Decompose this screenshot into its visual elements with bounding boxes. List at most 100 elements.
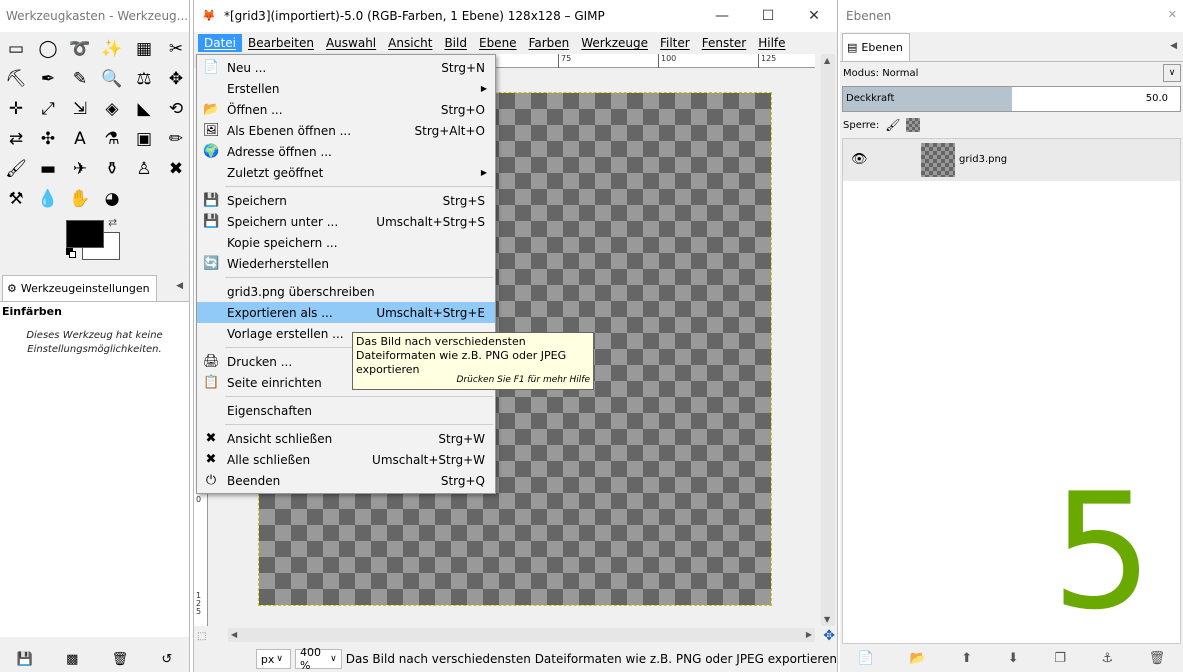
menu-werkzeuge[interactable]: Werkzeuge bbox=[575, 34, 654, 52]
free-select-tool-icon[interactable]: ➰ bbox=[64, 34, 96, 64]
tab-menu-icon[interactable]: ◀ bbox=[176, 281, 183, 291]
menu-bearbeiten[interactable]: Bearbeiten bbox=[242, 34, 320, 52]
layers-close-icon[interactable]: ✕ bbox=[1168, 8, 1177, 21]
tab-layers[interactable]: ▤ Ebenen bbox=[842, 33, 910, 61]
scale-tool-icon[interactable]: ◣ bbox=[128, 94, 160, 124]
reset-icon[interactable]: ↺ bbox=[161, 652, 172, 667]
menu-auswahl[interactable]: Auswahl bbox=[320, 34, 382, 52]
menu-item-zuletzt-geöffnet[interactable]: Zuletzt geöffnet ▶ bbox=[197, 162, 495, 183]
text-tool-icon[interactable]: ⚗ bbox=[96, 124, 128, 154]
quickmask-icon[interactable]: ⬚ bbox=[197, 631, 206, 642]
menu-filter[interactable]: Filter bbox=[654, 34, 696, 52]
menu-item-eigenschaften[interactable]: Eigenschaften bbox=[197, 400, 495, 421]
cage-tool-icon[interactable]: A bbox=[64, 124, 96, 154]
lock-pixels-icon[interactable]: 🖌 bbox=[885, 118, 900, 132]
eraser-tool-icon[interactable]: ✈ bbox=[64, 154, 96, 184]
unified-transform-tool-icon[interactable]: ⇲ bbox=[64, 94, 96, 124]
foreground-select-tool-icon[interactable]: ⛏ bbox=[0, 64, 32, 94]
unit-select[interactable]: px ∨ bbox=[255, 649, 291, 669]
zoom-tool-icon[interactable]: 🔍 bbox=[96, 64, 128, 94]
chevron-down-icon[interactable]: ∨ bbox=[1163, 64, 1181, 82]
scroll-right-icon[interactable]: ▶ bbox=[806, 630, 812, 639]
lower-layer-icon[interactable]: ⬇ bbox=[1008, 651, 1019, 666]
scroll-left-icon[interactable]: ◀ bbox=[231, 630, 237, 639]
align-tool-icon[interactable]: ✛ bbox=[0, 94, 32, 124]
scroll-down-icon[interactable]: ▼ bbox=[824, 615, 830, 624]
handle-transform-tool-icon[interactable]: ▣ bbox=[128, 124, 160, 154]
menu-item-beenden[interactable]: ⏻ Beenden Strg+Q bbox=[197, 470, 495, 491]
color-select-tool-icon[interactable]: ▦ bbox=[128, 34, 160, 64]
mode-row[interactable]: Modus: Normal ∨ bbox=[840, 62, 1183, 84]
new-layer-group-icon[interactable]: 📂 bbox=[910, 651, 926, 666]
scissors-select-tool-icon[interactable]: ✂ bbox=[160, 34, 189, 64]
ellipse-select-tool-icon[interactable]: ◯ bbox=[32, 34, 64, 64]
menu-item-grid3-png-überschreiben[interactable]: grid3.png überschreiben bbox=[197, 281, 495, 302]
gradient-tool-icon[interactable]: ✏ bbox=[160, 124, 189, 154]
vertical-scrollbar[interactable]: ▲ ▼ bbox=[821, 54, 835, 626]
menu-item-alle-schließen[interactable]: ✖ Alle schließen Umschalt+Strg+W bbox=[197, 449, 495, 470]
shear-tool-icon[interactable]: ⟲ bbox=[160, 94, 189, 124]
perspective-tool-icon[interactable]: ⇄ bbox=[0, 124, 32, 154]
layer-row[interactable]: 👁 grid3.png bbox=[843, 139, 1180, 181]
scroll-up-icon[interactable]: ▲ bbox=[824, 56, 830, 65]
lock-alpha-icon[interactable] bbox=[906, 118, 921, 132]
restore-preset-icon[interactable]: ▩ bbox=[66, 652, 78, 667]
new-layer-icon[interactable]: 📄 bbox=[858, 651, 874, 666]
rotate-tool-icon[interactable]: ◈ bbox=[96, 94, 128, 124]
crop-tool-icon[interactable]: ⤢ bbox=[32, 94, 64, 124]
menu-fenster[interactable]: Fenster bbox=[696, 34, 753, 52]
menu-ebene[interactable]: Ebene bbox=[473, 34, 523, 52]
foreground-color-swatch[interactable] bbox=[66, 220, 104, 248]
ink-tool-icon[interactable]: ♙ bbox=[128, 154, 160, 184]
heal-tool-icon[interactable]: ⚒ bbox=[0, 184, 32, 214]
default-colors-icon[interactable] bbox=[66, 248, 76, 258]
menu-item-neu[interactable]: 📄 Neu ... Strg+N bbox=[197, 57, 495, 78]
menu-item-exportieren-als[interactable]: Exportieren als ... Umschalt+Strg+E bbox=[197, 302, 495, 323]
swap-colors-icon[interactable]: ⇄ bbox=[108, 216, 117, 229]
menu-item-adresse-öffnen[interactable]: 🌍 Adresse öffnen ... bbox=[197, 141, 495, 162]
visibility-eye-icon[interactable]: 👁 bbox=[851, 152, 868, 167]
raise-layer-icon[interactable]: ⬆ bbox=[961, 651, 972, 666]
clone-tool-icon[interactable]: ✖ bbox=[160, 154, 189, 184]
menu-hilfe[interactable]: Hilfe bbox=[752, 34, 791, 52]
anchor-layer-icon[interactable]: ⚓ bbox=[1101, 651, 1113, 666]
tab-menu-icon[interactable]: ◀ bbox=[1170, 41, 1177, 51]
opacity-slider[interactable]: Deckkraft 50.0 bbox=[842, 86, 1181, 112]
airbrush-tool-icon[interactable]: ⚱ bbox=[96, 154, 128, 184]
menu-ansicht[interactable]: Ansicht bbox=[382, 34, 438, 52]
perspective-clone-tool-icon[interactable]: 💧 bbox=[32, 184, 64, 214]
save-preset-icon[interactable]: 💾 bbox=[17, 652, 33, 667]
tab-tool-options[interactable]: ⚙ Werkzeugeinstellungen bbox=[2, 275, 157, 301]
paintbrush-tool-icon[interactable]: ▬ bbox=[32, 154, 64, 184]
color-picker-tool-icon[interactable]: ✎ bbox=[64, 64, 96, 94]
menu-item-als-ebenen-öffnen[interactable]: 🖼 Als Ebenen öffnen ... Strg+Alt+O bbox=[197, 120, 495, 141]
blur-tool-icon[interactable]: ✋ bbox=[64, 184, 96, 214]
menu-item-wiederherstellen[interactable]: 🔄 Wiederherstellen bbox=[197, 253, 495, 274]
maximize-button[interactable]: ☐ bbox=[745, 0, 791, 32]
menu-item-speichern[interactable]: 💾 Speichern Strg+S bbox=[197, 190, 495, 211]
menu-datei[interactable]: Datei bbox=[198, 34, 243, 52]
rect-select-tool-icon[interactable]: ▭ bbox=[0, 34, 32, 64]
delete-layer-icon[interactable]: 🗑 bbox=[1149, 651, 1166, 666]
close-button[interactable]: ✕ bbox=[791, 0, 837, 32]
zoom-select[interactable]: 400 % ∨ bbox=[294, 646, 342, 672]
menu-bild[interactable]: Bild bbox=[438, 34, 473, 52]
menu-item-kopie-speichern[interactable]: Kopie speichern ... bbox=[197, 232, 495, 253]
paths-tool-icon[interactable]: ✒ bbox=[32, 64, 64, 94]
move-tool-icon[interactable]: ✥ bbox=[160, 64, 189, 94]
smudge-tool-icon[interactable]: ◕ bbox=[96, 184, 128, 214]
horizontal-scrollbar[interactable]: ◀ ▶ bbox=[228, 628, 815, 642]
fuzzy-select-tool-icon[interactable]: ✨ bbox=[96, 34, 128, 64]
pencil-tool-icon[interactable]: 🖌 bbox=[0, 154, 32, 184]
delete-preset-icon[interactable]: 🗑 bbox=[112, 652, 129, 667]
menu-item-öffnen[interactable]: 📂 Öffnen ... Strg+O bbox=[197, 99, 495, 120]
duplicate-layer-icon[interactable]: ❐ bbox=[1054, 651, 1066, 666]
menu-item-speichern-unter[interactable]: 💾 Speichern unter ... Umschalt+Strg+S bbox=[197, 211, 495, 232]
menu-item-ansicht-schließen[interactable]: ✖ Ansicht schließen Strg+W bbox=[197, 428, 495, 449]
flip-tool-icon[interactable]: ✣ bbox=[32, 124, 64, 154]
minimize-button[interactable]: — bbox=[699, 0, 745, 32]
navigate-icon[interactable]: ✥ bbox=[823, 628, 835, 644]
menu-farben[interactable]: Farben bbox=[523, 34, 576, 52]
menu-item-erstellen[interactable]: Erstellen ▶ bbox=[197, 78, 495, 99]
measure-tool-icon[interactable]: ⚖ bbox=[128, 64, 160, 94]
